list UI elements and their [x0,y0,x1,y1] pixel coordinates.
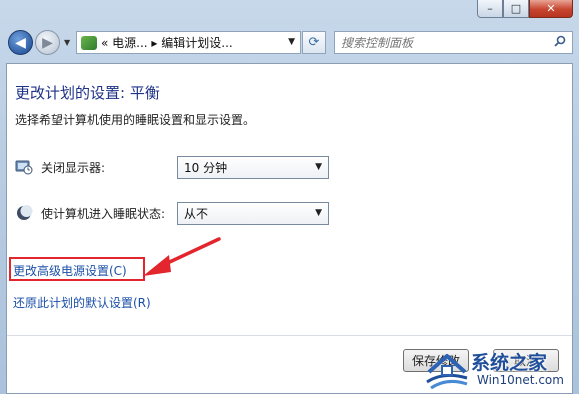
sleep-label: 使计算机进入睡眠状态: [41,206,166,221]
watermark-url: Win10net.com [477,373,564,387]
search-icon[interactable] [554,35,566,47]
chevron-down-icon: ▼ [315,208,322,218]
restore-defaults-link[interactable]: 还原此计划的默认设置(R) [13,294,151,311]
chevron-down-icon: ▼ [315,162,322,172]
forward-button[interactable]: ▶ [35,30,60,55]
house-logo-icon [426,354,468,390]
refresh-icon: ⟳ [308,35,320,50]
search-input[interactable] [341,35,541,50]
address-bar[interactable]: « 电源... ▸ 编辑计划设... ▼ [76,31,301,54]
content-pane: 更改计划的设置: 平衡 选择希望计算机使用的睡眠设置和显示设置。 关闭显示器: … [6,63,573,394]
close-button[interactable]: ✕ [529,0,573,18]
monitor-icon [15,160,33,175]
navigation-bar: ◀ ▶ ▼ « 电源... ▸ 编辑计划设... ▼ ⟳ [6,29,573,57]
display-off-value: 10 分钟 [184,161,228,175]
sleep-row: 使计算机进入睡眠状态: [15,204,165,222]
maximize-button[interactable]: □ [503,0,529,18]
watermark-brand: 系统之家 [471,352,548,374]
display-off-select[interactable]: 10 分钟 ▼ [177,156,329,179]
annotation-highlight-box [9,257,145,281]
search-box[interactable] [334,31,573,54]
display-off-row: 关闭显示器: [15,158,105,176]
page-subtitle: 选择希望计算机使用的睡眠设置和显示设置。 [15,113,256,127]
page-title: 更改计划的设置: 平衡 [15,84,160,102]
refresh-button[interactable]: ⟳ [302,31,326,54]
divider [7,335,572,336]
display-off-label: 关闭显示器: [41,160,106,175]
breadcrumb[interactable]: « 电源... ▸ 编辑计划设... [101,34,233,51]
sleep-select[interactable]: 从不 ▼ [177,202,329,225]
control-panel-icon [81,35,97,50]
moon-icon [17,205,33,220]
watermark: 系统之家 Win10net.com [419,348,575,392]
back-button[interactable]: ◀ [8,30,33,55]
recent-pages-dropdown-icon[interactable]: ▼ [64,38,70,47]
caption-buttons: – □ ✕ [477,0,573,18]
sleep-value: 从不 [184,207,209,221]
annotation-arrow [143,237,221,276]
window-frame: – □ ✕ ◀ ▶ ▼ « 电源... ▸ 编辑计划设... ▼ ⟳ 更改计划的… [0,0,579,394]
address-dropdown-icon[interactable]: ▼ [288,37,295,47]
minimize-button[interactable]: – [477,0,503,18]
